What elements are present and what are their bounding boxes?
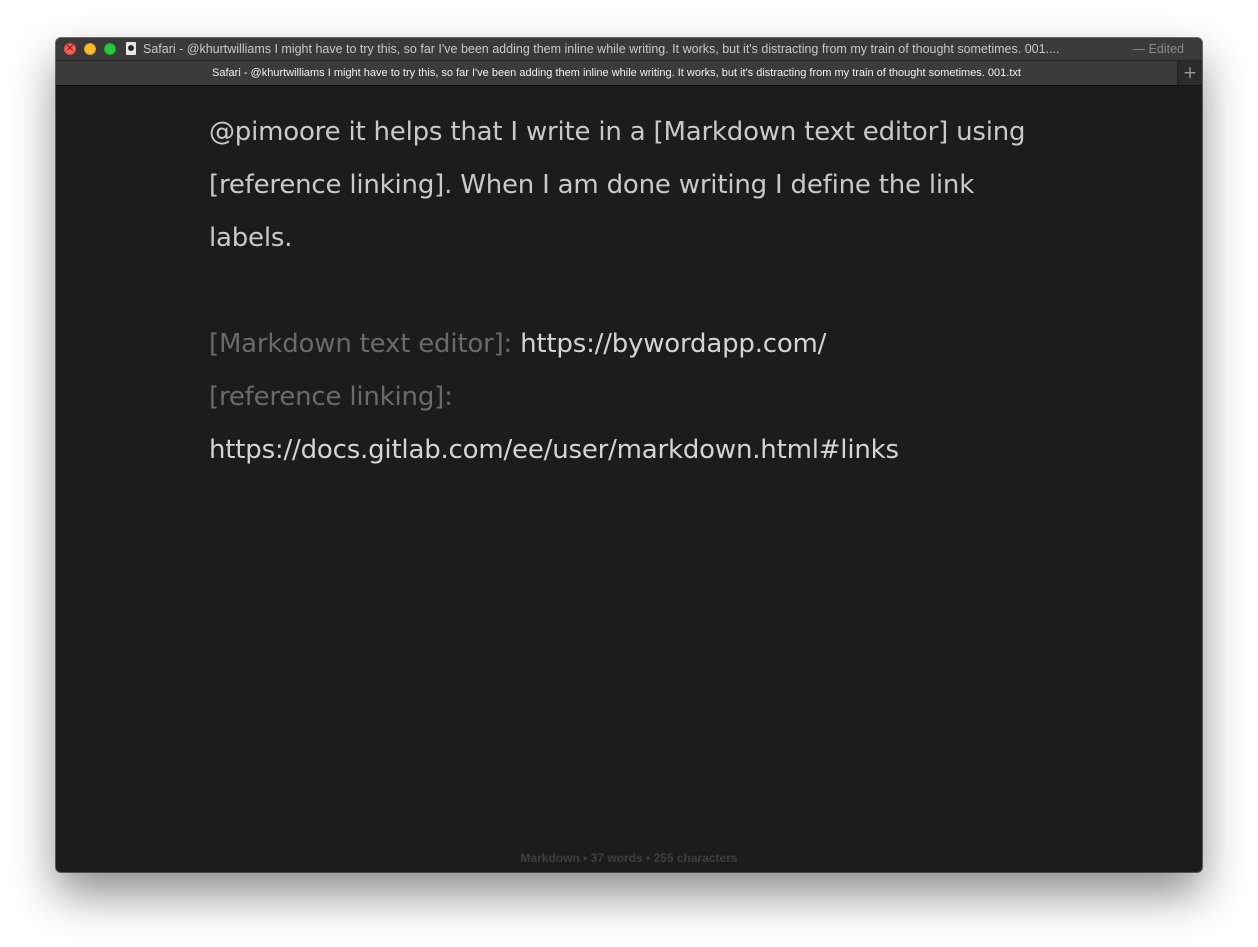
edited-status[interactable]: — Edited: [1133, 42, 1184, 57]
title-bar[interactable]: Safari - @khurtwilliams I might have to …: [56, 38, 1202, 61]
window-title: Safari - @khurtwilliams I might have to …: [143, 42, 1060, 56]
document-text[interactable]: @pimoore it helps that I write in a [Mar…: [209, 106, 1029, 477]
tab-bar: Safari - @khurtwilliams I might have to …: [56, 61, 1202, 86]
reference-definition: [reference linking]: https://docs.gitlab…: [209, 371, 1029, 477]
reference-definition: [Markdown text editor]: https://bywordap…: [209, 318, 1029, 371]
zoom-button[interactable]: [104, 43, 116, 55]
reference-url: https://docs.gitlab.com/ee/user/markdown…: [209, 435, 899, 465]
reference-url: https://bywordapp.com/: [520, 329, 827, 359]
editor-area[interactable]: @pimoore it helps that I write in a [Mar…: [56, 86, 1202, 872]
body-paragraph: @pimoore it helps that I write in a [Mar…: [209, 117, 1026, 253]
editor-window: Safari - @khurtwilliams I might have to …: [56, 38, 1202, 872]
reference-label: [Markdown text editor]:: [209, 329, 513, 359]
close-button[interactable]: [64, 41, 76, 55]
minimize-button[interactable]: [84, 43, 96, 55]
tab-title: Safari - @khurtwilliams I might have to …: [212, 67, 1021, 79]
document-icon[interactable]: [126, 42, 136, 55]
tab-document[interactable]: Safari - @khurtwilliams I might have to …: [56, 61, 1178, 85]
new-tab-button[interactable]: +: [1178, 61, 1202, 85]
status-bar: Markdown • 37 words • 255 characters: [520, 851, 738, 865]
reference-label: [reference linking]:: [209, 382, 453, 412]
